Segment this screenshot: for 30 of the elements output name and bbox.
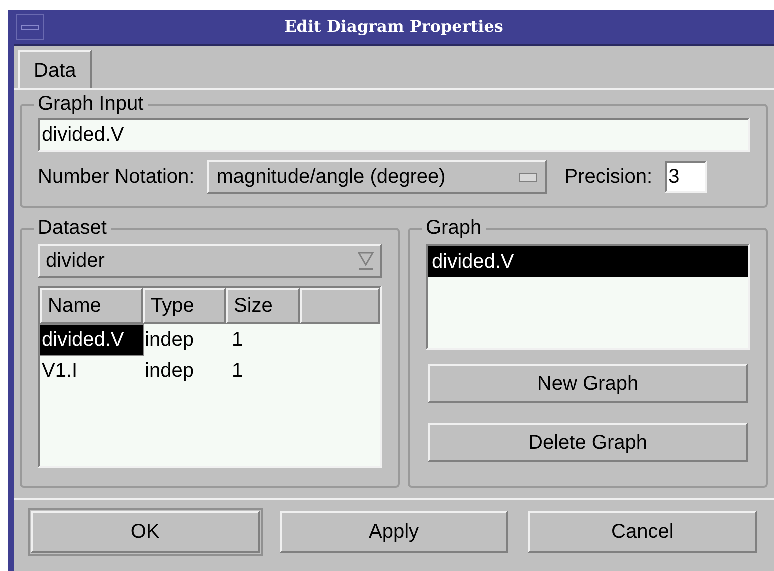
dialog-button[interactable]: OK [28,508,263,556]
column-header[interactable]: Size [226,288,300,324]
dataset-dropdown[interactable]: divider [38,244,382,278]
table-row[interactable]: divided.V indep 1 [40,324,380,355]
table-cell-text: indep [144,328,195,352]
graph-button[interactable]: New Graph [428,364,748,403]
precision-label: Precision: [564,165,653,190]
dropdown-icon [518,172,537,182]
minus-icon [21,24,39,30]
table-row[interactable]: V1.I indep 1 [40,355,380,386]
window-title: Edit Diagram Properties [284,16,504,38]
table-cell-text: indep [144,358,195,384]
graph-input-field[interactable]: divided.V [38,118,750,152]
group-title: Graph Input [38,93,144,115]
table-cell-text: V1.I [41,358,79,384]
table-cell: divided.V [40,324,143,354]
graph-button[interactable]: Delete Graph [428,423,748,462]
group-title: Graph [426,217,482,239]
notation-dropdown[interactable]: magnitude/angle (degree) [206,160,547,194]
table-cell-text: 1 [231,328,244,352]
list-item[interactable]: divided.V [428,246,748,277]
window-menu-button[interactable] [16,14,44,40]
precision-field[interactable]: 3 [664,161,707,193]
column-header[interactable]: Type [143,288,226,324]
tab[interactable]: Data [18,50,92,90]
notation-label: Number Notation: [38,165,195,190]
group-title: Dataset [38,217,107,239]
down-arrow-icon [358,251,374,271]
table-cell-text: 1 [231,358,244,384]
column-header[interactable]: Name [40,288,143,324]
